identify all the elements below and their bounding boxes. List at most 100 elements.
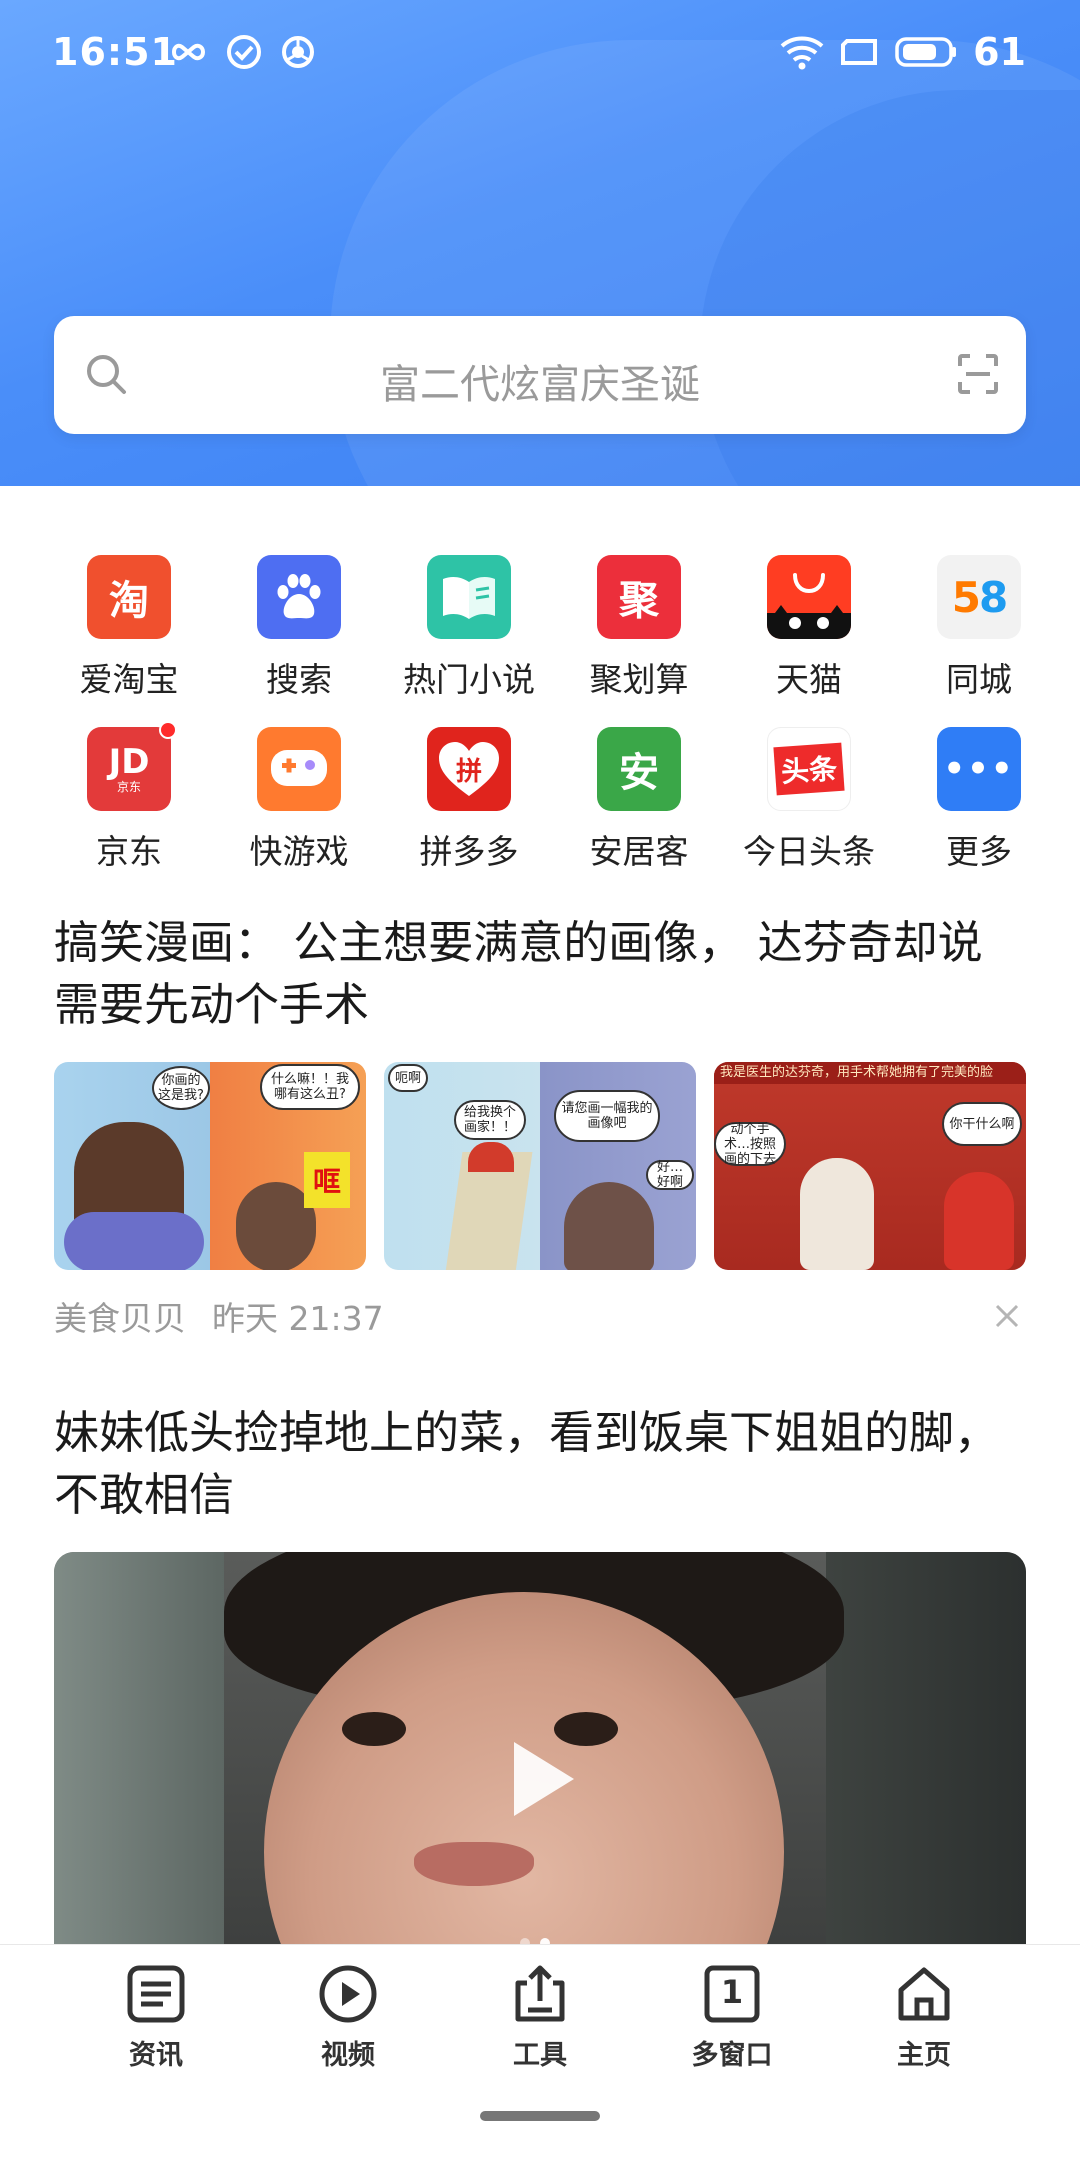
controller-icon bbox=[271, 750, 327, 786]
app-anjuke[interactable]: 安 安居客 bbox=[554, 727, 724, 873]
app-icon-text: 安 bbox=[619, 750, 659, 796]
nav-home[interactable]: 主页 bbox=[859, 1963, 989, 2072]
video-background bbox=[826, 1552, 1026, 1972]
notification-badge bbox=[159, 721, 177, 739]
app-label: 爱淘宝 bbox=[79, 660, 179, 699]
tools-icon[interactable] bbox=[509, 1963, 571, 2025]
app-pinduoduo[interactable]: 拼 拼多多 bbox=[384, 727, 554, 873]
bottom-nav: 资讯 视频 工具 1 多窗口 主页 bbox=[0, 1944, 1080, 2160]
app-grid: 淘 爱淘宝 搜索 热门小说 聚 聚划算 天猫 58 同城 JD 京东 京东 快游… bbox=[44, 555, 1054, 873]
paw-search-icon[interactable] bbox=[257, 555, 341, 639]
gamepad-icon[interactable] bbox=[257, 727, 341, 811]
news-image[interactable]: 哐 你画的这是我? 什么嘛！！我哪有这么丑? bbox=[54, 1062, 366, 1270]
news-title[interactable]: 妹妹低头捡掉地上的菜，看到饭桌下姐姐的脚，不敢相信 bbox=[54, 1402, 1026, 1526]
app-label: 同城 bbox=[946, 660, 1012, 699]
screen-icon bbox=[841, 39, 878, 65]
app-juhuasuan[interactable]: 聚 聚划算 bbox=[554, 555, 724, 701]
comic-bubble: 你干什么啊 bbox=[942, 1102, 1022, 1146]
book-icon[interactable] bbox=[427, 555, 511, 639]
comic-figure bbox=[64, 1212, 204, 1270]
play-icon[interactable] bbox=[504, 1734, 584, 1824]
app-label: 搜索 bbox=[266, 660, 332, 699]
status-left-icons bbox=[162, 34, 316, 70]
nav-video[interactable]: 视频 bbox=[283, 1963, 413, 2072]
scan-icon[interactable] bbox=[958, 354, 998, 394]
windows-icon[interactable]: 1 bbox=[701, 1963, 763, 2025]
app-search[interactable]: 搜索 bbox=[214, 555, 384, 701]
comic-sfx: 哐 bbox=[304, 1152, 350, 1208]
comic-figure bbox=[944, 1172, 1014, 1270]
nav-items: 资讯 视频 工具 1 多窗口 主页 bbox=[0, 1963, 1080, 2072]
battery-icon bbox=[895, 37, 957, 67]
battery-level: 61 bbox=[973, 30, 1026, 74]
toutiao-icon[interactable]: 头条 bbox=[767, 727, 851, 811]
search-placeholder[interactable]: 富二代炫富庆圣诞 bbox=[54, 352, 1026, 410]
app-label: 快游戏 bbox=[249, 832, 349, 871]
jd-icon[interactable]: JD 京东 bbox=[87, 721, 177, 811]
news-meta: 美食贝贝 昨天 21:37 bbox=[54, 1292, 1026, 1340]
tmall-cat-icon bbox=[767, 573, 851, 639]
nav-windows[interactable]: 1 多窗口 bbox=[667, 1963, 797, 2072]
app-toutiao[interactable]: 头条 今日头条 bbox=[724, 727, 894, 873]
app-aitaobao[interactable]: 淘 爱淘宝 bbox=[44, 555, 214, 701]
paw-icon bbox=[277, 574, 321, 619]
nav-label: 多窗口 bbox=[691, 2040, 773, 2071]
news-card[interactable]: 搞笑漫画： 公主想要满意的画像， 达芬奇却说需要先动个手术 哐 你画的这是我? … bbox=[54, 912, 1026, 1340]
search-box[interactable]: 富二代炫富庆圣诞 bbox=[54, 316, 1026, 434]
app-icon-text: JD bbox=[108, 742, 150, 782]
comic-bubble: 呃啊 bbox=[388, 1064, 428, 1092]
news-card[interactable]: 妹妹低头捡掉地上的菜，看到饭桌下姐姐的脚，不敢相信 bbox=[54, 1402, 1026, 1972]
app-label: 拼多多 bbox=[419, 832, 519, 871]
open-book-icon bbox=[443, 577, 495, 619]
pinduoduo-icon[interactable]: 拼 bbox=[427, 727, 511, 811]
status-right: 61 bbox=[779, 30, 1026, 74]
wifi-icon bbox=[780, 36, 824, 70]
news-image[interactable]: 我是医生的达芬奇，用手术帮她拥有了完美的脸 动个手术…按照画的下去 你干什么啊 bbox=[714, 1062, 1026, 1270]
news-image-row[interactable]: 哐 你画的这是我? 什么嘛！！我哪有这么丑? 呃啊 给我换个画家！！ 请您画一幅… bbox=[54, 1062, 1026, 1270]
news-icon[interactable] bbox=[125, 1963, 187, 2025]
tmall-icon[interactable] bbox=[767, 555, 851, 639]
app-icon-text: ••• bbox=[943, 749, 1015, 789]
play-circle-icon[interactable] bbox=[317, 1963, 379, 2025]
anjuke-icon[interactable]: 安 bbox=[597, 727, 681, 811]
58-icon[interactable]: 58 bbox=[937, 555, 1021, 639]
home-icon[interactable] bbox=[893, 1963, 955, 2025]
app-label: 更多 bbox=[946, 832, 1012, 871]
app-quick-game[interactable]: 快游戏 bbox=[214, 727, 384, 873]
news-time: 昨天 21:37 bbox=[212, 1299, 384, 1338]
status-bar: 16:51 61 bbox=[0, 0, 1080, 110]
app-icon-text: 拼 bbox=[455, 756, 482, 787]
app-more[interactable]: ••• 更多 bbox=[894, 727, 1064, 873]
nav-label: 视频 bbox=[321, 2040, 375, 2071]
comic-caption: 我是医生的达芬奇，用手术帮她拥有了完美的脸 bbox=[714, 1062, 1026, 1084]
juhuasuan-icon[interactable]: 聚 bbox=[597, 555, 681, 639]
comic-bubble: 什么嘛！！我哪有这么丑? bbox=[260, 1064, 360, 1110]
news-source: 美食贝贝 bbox=[54, 1299, 186, 1338]
home-indicator-bar[interactable] bbox=[480, 2111, 600, 2121]
nav-label: 资讯 bbox=[129, 2040, 183, 2071]
video-background bbox=[54, 1552, 224, 1972]
infinity-icon bbox=[171, 43, 206, 61]
more-dots-icon[interactable]: ••• bbox=[937, 727, 1021, 811]
app-jd[interactable]: JD 京东 京东 bbox=[44, 721, 214, 873]
check-circle-icon bbox=[227, 35, 261, 69]
comic-bubble: 好…好啊 bbox=[646, 1160, 694, 1190]
app-58tongcheng[interactable]: 58 同城 bbox=[894, 555, 1064, 701]
close-icon[interactable] bbox=[994, 1303, 1020, 1329]
browser-home-screen: 16:51 61 富二代炫富庆圣诞 淘 爱淘宝 搜索 热门小说 聚 聚划算 天猫… bbox=[0, 0, 1080, 2160]
news-image[interactable]: 呃啊 给我换个画家！！ 请您画一幅我的画像吧 好…好啊 bbox=[384, 1062, 696, 1270]
window-count: 1 bbox=[720, 1973, 744, 2011]
comic-bubble: 请您画一幅我的画像吧 bbox=[554, 1090, 660, 1142]
sync-icon bbox=[282, 36, 314, 68]
news-title[interactable]: 搞笑漫画： 公主想要满意的画像， 达芬奇却说需要先动个手术 bbox=[54, 912, 1026, 1036]
header: 16:51 61 富二代炫富庆圣诞 bbox=[0, 0, 1080, 486]
video-thumbnail[interactable] bbox=[54, 1552, 1026, 1972]
app-tmall[interactable]: 天猫 bbox=[724, 555, 894, 701]
app-label: 热门小说 bbox=[403, 660, 535, 699]
app-novel[interactable]: 热门小说 bbox=[384, 555, 554, 701]
nav-news[interactable]: 资讯 bbox=[91, 1963, 221, 2072]
app-label: 京东 bbox=[96, 832, 162, 871]
taobao-icon[interactable]: 淘 bbox=[87, 555, 171, 639]
app-icon-text: 头条 bbox=[773, 742, 845, 796]
nav-tools[interactable]: 工具 bbox=[475, 1963, 605, 2072]
